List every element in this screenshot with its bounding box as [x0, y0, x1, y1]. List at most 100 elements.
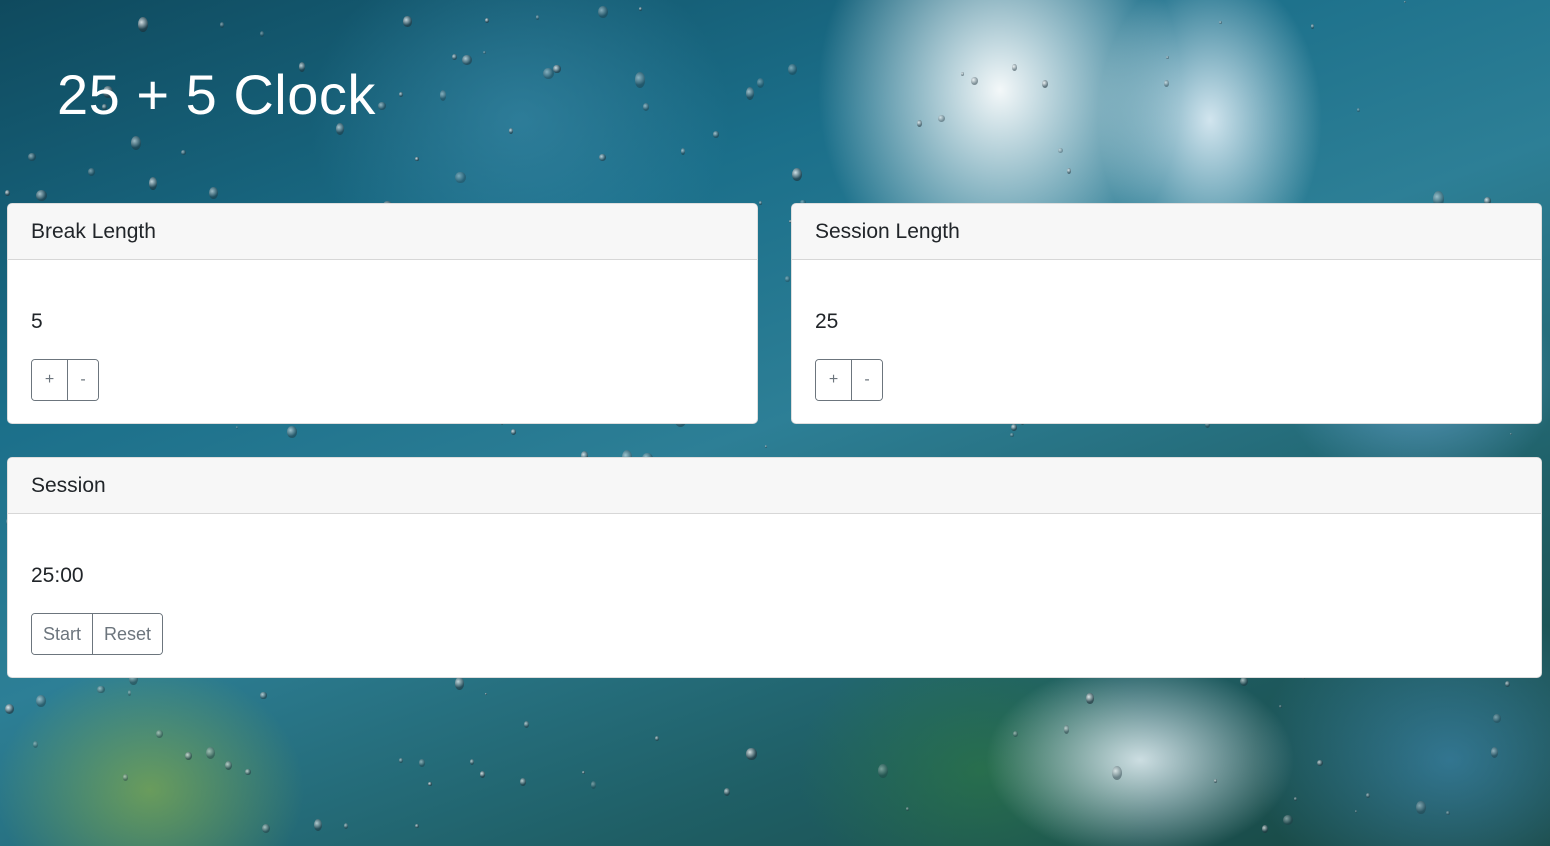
rain-drop	[1042, 79, 1049, 88]
rain-drop	[520, 777, 527, 787]
rain-drop	[877, 763, 888, 778]
rain-drop	[680, 147, 686, 155]
timer-label: Session	[8, 458, 1541, 514]
rain-drop	[599, 153, 606, 161]
rain-drop	[262, 823, 271, 834]
rain-drop	[1310, 24, 1314, 29]
rain-drop	[745, 87, 755, 101]
rain-drop	[764, 445, 768, 449]
start-button[interactable]: Start	[32, 614, 93, 654]
timer-controls: Start Reset	[31, 613, 164, 655]
rain-drop	[1165, 55, 1169, 60]
rain-drop	[1164, 80, 1170, 88]
break-decrement-button[interactable]: -	[67, 360, 98, 400]
rain-drop	[970, 76, 979, 86]
rain-drop	[638, 7, 642, 11]
rain-drop	[785, 276, 790, 282]
rain-drop	[712, 130, 720, 138]
rain-drop	[1086, 693, 1094, 704]
page-title: 25 + 5 Clock	[57, 63, 376, 126]
rain-drop	[260, 692, 267, 699]
rain-drop	[1416, 800, 1426, 814]
rain-drop	[1012, 730, 1018, 738]
rain-drop	[543, 68, 554, 80]
rain-drop	[1510, 433, 1513, 436]
rain-drop	[415, 823, 420, 829]
rain-drop	[905, 806, 910, 812]
rain-drop	[1219, 20, 1223, 24]
rain-drop	[591, 780, 597, 789]
rain-drop	[917, 119, 922, 128]
break-length-value: 5	[31, 310, 43, 333]
rain-drop	[536, 15, 540, 20]
rain-drop	[1365, 792, 1370, 799]
rain-drop	[454, 677, 465, 690]
rain-drop	[88, 167, 96, 176]
rain-drop	[5, 190, 10, 197]
time-left-display: 25:00	[31, 564, 84, 587]
break-length-card: Break Length 5 + -	[7, 203, 758, 424]
break-length-controls: + -	[31, 359, 99, 401]
rain-drop	[1446, 810, 1450, 815]
rain-drop	[1356, 108, 1361, 112]
rain-drop	[138, 17, 148, 32]
rain-drop	[1492, 714, 1501, 723]
rain-drop	[1213, 779, 1217, 783]
rain-drop	[1112, 765, 1123, 780]
rain-drop	[235, 426, 239, 430]
rain-drop	[419, 758, 425, 767]
rain-drop	[377, 102, 387, 111]
rain-drop	[788, 63, 797, 76]
session-length-controls: + -	[815, 359, 883, 401]
rain-drop	[479, 771, 486, 778]
rain-drop	[1010, 424, 1017, 432]
rain-drop	[510, 429, 516, 435]
rain-drop	[553, 64, 562, 74]
session-length-value: 25	[815, 310, 839, 333]
rain-drop	[155, 730, 163, 739]
rain-drop	[746, 748, 757, 760]
rain-drop	[439, 90, 447, 101]
rain-drop	[225, 760, 232, 770]
rain-drop	[4, 703, 15, 715]
rain-drop	[484, 18, 489, 24]
break-increment-button[interactable]: +	[32, 360, 67, 400]
timer-card: Session 25:00 Start Reset	[7, 457, 1542, 678]
rain-drop	[759, 201, 762, 205]
rain-drop	[286, 426, 297, 438]
rain-drop	[960, 72, 965, 76]
rain-drop	[634, 71, 646, 88]
rain-drop	[523, 720, 529, 728]
rain-drop	[1012, 64, 1017, 71]
rain-drop	[403, 15, 412, 27]
session-length-card: Session Length 25 + -	[791, 203, 1542, 424]
rain-drop	[398, 91, 403, 97]
rain-drop	[1282, 814, 1294, 826]
rain-drop	[148, 177, 157, 190]
rain-drop	[1505, 680, 1511, 688]
rain-drop	[1354, 809, 1358, 813]
session-decrement-button[interactable]: -	[851, 360, 882, 400]
rain-drop	[245, 769, 251, 776]
rain-drop	[791, 168, 802, 181]
rain-drop	[482, 50, 487, 54]
rain-drop	[219, 22, 224, 29]
rain-drop	[313, 818, 323, 831]
rain-drop	[1294, 797, 1297, 802]
rain-drop	[597, 6, 608, 19]
rain-drop	[1279, 704, 1282, 708]
rain-drop	[1010, 432, 1014, 437]
rain-drop	[209, 187, 219, 200]
session-increment-button[interactable]: +	[816, 360, 851, 400]
rain-drop	[1067, 168, 1072, 175]
rain-drop	[462, 55, 472, 66]
rain-drop	[35, 189, 47, 201]
rain-drop	[1490, 746, 1499, 758]
rain-drop	[185, 751, 192, 760]
rain-drop	[181, 149, 186, 155]
rain-drop	[470, 758, 475, 765]
rain-drop	[344, 823, 349, 830]
reset-button[interactable]: Reset	[92, 614, 163, 654]
rain-drop	[205, 746, 216, 759]
rain-drop	[1316, 760, 1323, 767]
